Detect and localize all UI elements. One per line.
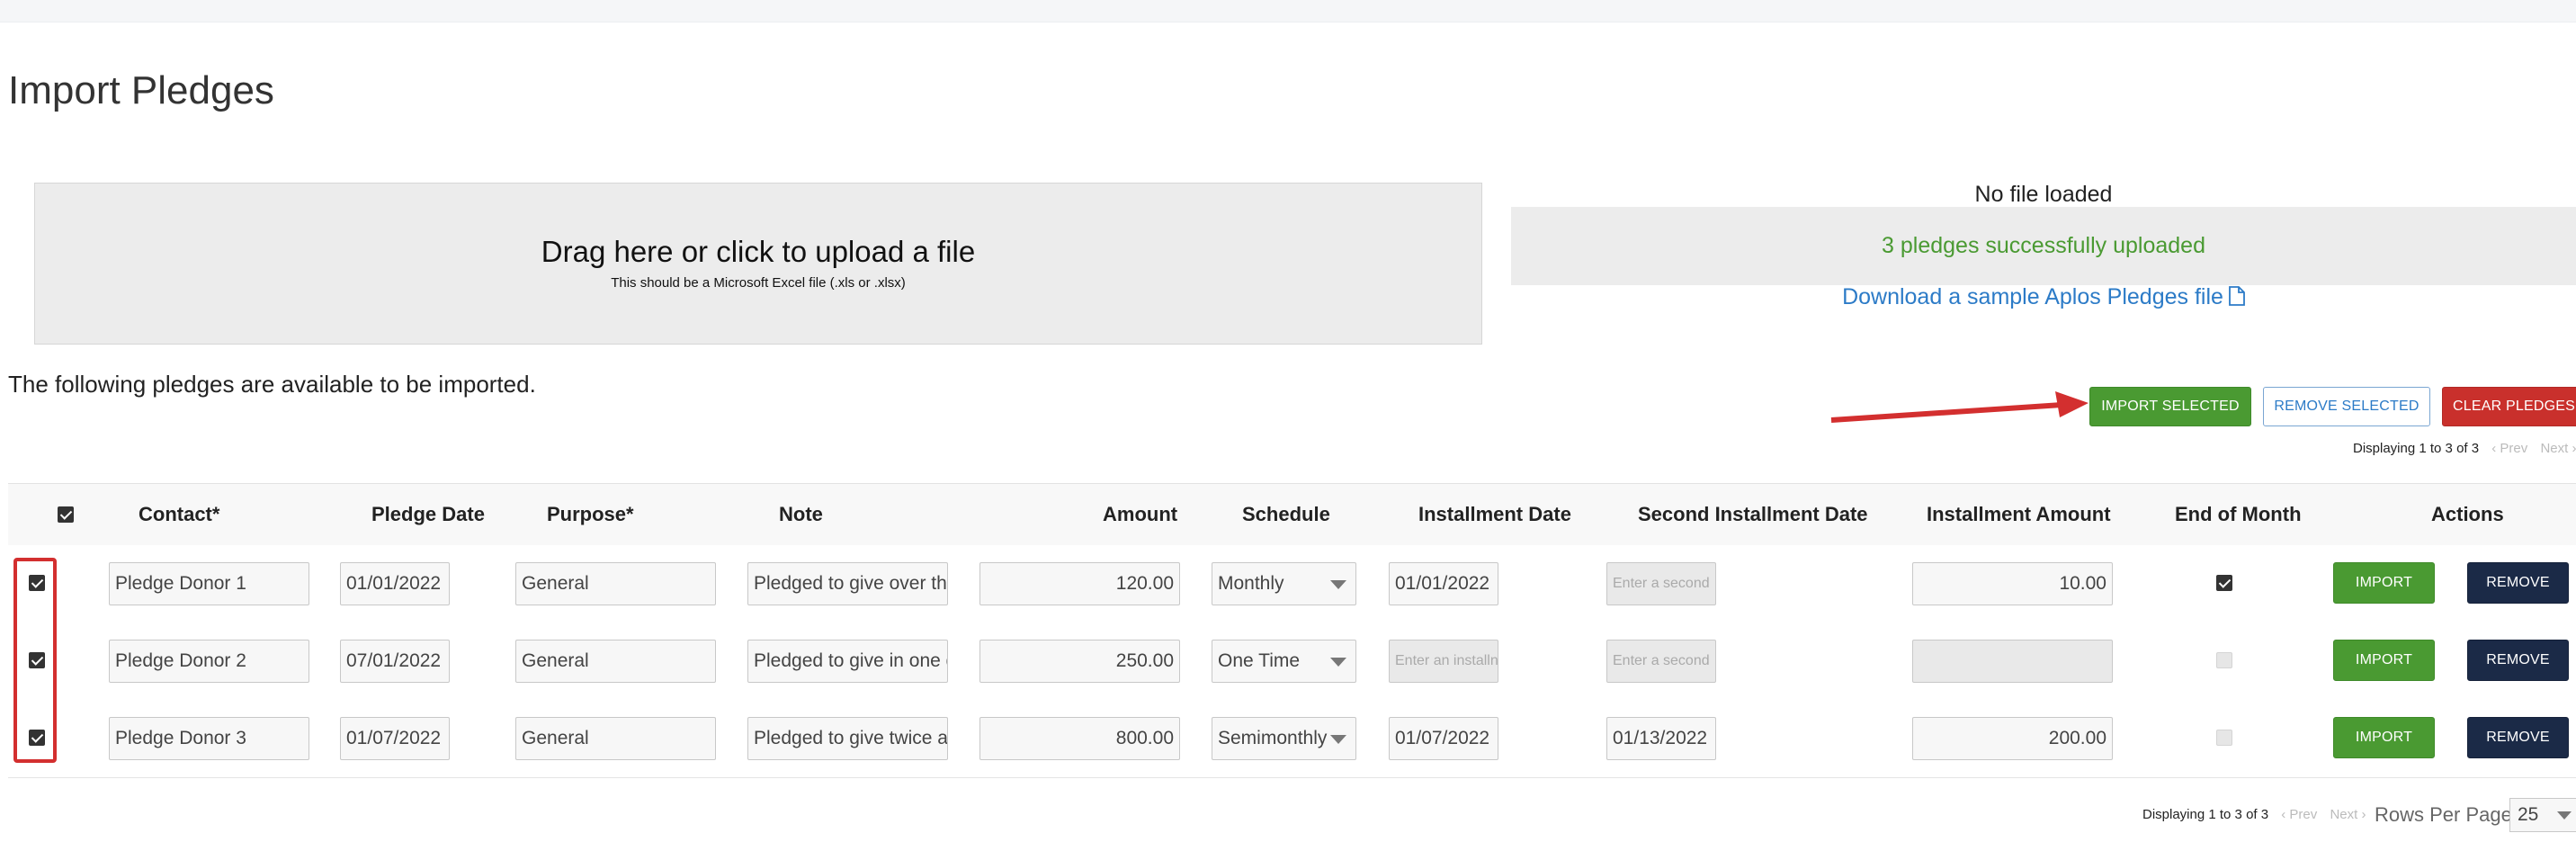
schedule-value: Monthly <box>1218 573 1284 594</box>
contact-input[interactable]: Pledge Donor 1 <box>109 562 309 605</box>
next-page-link[interactable]: Next › <box>2540 441 2576 456</box>
pagination-bottom: Displaying 1 to 3 of 3 ‹ Prev Next › <box>2142 807 2366 822</box>
second-installment-date-input[interactable]: 01/13/2022 <box>1606 717 1716 760</box>
no-file-status: No file loaded <box>1974 182 2113 207</box>
header-pledge-date: Pledge Date <box>371 503 485 525</box>
selection-highlight-box <box>13 558 57 763</box>
purpose-input[interactable]: General <box>515 640 716 683</box>
header-contact: Contact* <box>139 503 220 525</box>
rows-per-page-select[interactable]: 25 <box>2509 798 2576 832</box>
pledge-date-input[interactable]: 01/01/2022 <box>340 562 450 605</box>
installment-date-input[interactable]: Enter an installn <box>1389 640 1498 683</box>
row-import-button[interactable]: IMPORT <box>2333 640 2435 681</box>
remove-selected-button[interactable]: REMOVE SELECTED <box>2263 387 2430 426</box>
upload-success-banner: 3 pledges successfully uploaded <box>1511 207 2576 285</box>
pledge-date-input[interactable]: 01/07/2022 <box>340 717 450 760</box>
header-installment-amount: Installment Amount <box>1927 503 2111 525</box>
sample-file-link[interactable]: Download a sample Aplos Pledges file <box>1842 284 2223 309</box>
row-import-button[interactable]: IMPORT <box>2333 717 2435 758</box>
file-icon[interactable] <box>2229 286 2245 312</box>
chevron-down-icon <box>2557 811 2572 820</box>
table-row: Pledge Donor 3 01/07/2022 General Pledge… <box>8 700 2576 778</box>
header-second-installment-date: Second Installment Date <box>1638 503 1868 525</box>
dropzone-subtitle: This should be a Microsoft Excel file (.… <box>611 275 906 291</box>
amount-input[interactable]: 800.00 <box>979 717 1180 760</box>
table-header: Contact* Pledge Date Purpose* Note Amoun… <box>8 483 2576 546</box>
available-pledges-text: The following pledges are available to b… <box>8 371 536 398</box>
contact-input[interactable]: Pledge Donor 3 <box>109 717 309 760</box>
file-upload-dropzone[interactable]: Drag here or click to upload a file This… <box>34 183 1482 345</box>
header-schedule: Schedule <box>1242 503 1330 525</box>
pagination-top: Displaying 1 to 3 of 3 ‹ Prev Next › <box>2353 441 2576 456</box>
second-installment-date-input[interactable]: Enter a second <box>1606 562 1716 605</box>
prev-page-link[interactable]: ‹ Prev <box>2281 807 2317 822</box>
installment-date-input[interactable]: 01/01/2022 <box>1389 562 1498 605</box>
end-of-month-checkbox[interactable] <box>2216 575 2232 591</box>
installment-amount-input[interactable]: 10.00 <box>1912 562 2113 605</box>
chevron-down-icon <box>1330 658 1346 667</box>
schedule-select[interactable]: Semimonthly <box>1212 717 1356 760</box>
prev-page-link[interactable]: ‹ Prev <box>2491 441 2527 456</box>
second-installment-date-input[interactable]: Enter a second <box>1606 640 1716 683</box>
purpose-input[interactable]: General <box>515 717 716 760</box>
note-input[interactable]: Pledged to give twice a r <box>747 717 948 760</box>
schedule-value: One Time <box>1218 650 1301 671</box>
import-selected-button[interactable]: IMPORT SELECTED <box>2089 387 2251 426</box>
schedule-value: Semimonthly <box>1218 728 1328 748</box>
installment-amount-input[interactable]: 200.00 <box>1912 717 2113 760</box>
chevron-down-icon <box>1330 580 1346 589</box>
row-remove-button[interactable]: REMOVE <box>2467 717 2569 758</box>
pagination-summary: Displaying 1 to 3 of 3 <box>2142 807 2269 822</box>
note-input[interactable]: Pledged to give over the <box>747 562 948 605</box>
rows-per-page-value: 25 <box>2518 804 2539 825</box>
chevron-down-icon <box>1330 735 1346 744</box>
header-amount: Amount <box>1103 503 1178 525</box>
red-arrow-annotation <box>1830 391 2089 423</box>
end-of-month-checkbox[interactable] <box>2216 730 2232 746</box>
header-note: Note <box>779 503 823 525</box>
header-purpose: Purpose* <box>547 503 634 525</box>
row-import-button[interactable]: IMPORT <box>2333 562 2435 604</box>
header-end-of-month: End of Month <box>2175 503 2302 525</box>
select-all-checkbox[interactable] <box>58 506 74 523</box>
clear-pledges-button[interactable]: CLEAR PLEDGES <box>2442 387 2576 426</box>
table-row: Pledge Donor 1 01/01/2022 General Pledge… <box>8 545 2576 623</box>
next-page-link[interactable]: Next › <box>2330 807 2366 822</box>
row-remove-button[interactable]: REMOVE <box>2467 562 2569 604</box>
upload-success-text: 3 pledges successfully uploaded <box>1882 233 2205 258</box>
schedule-select[interactable]: Monthly <box>1212 562 1356 605</box>
page-title: Import Pledges <box>8 68 274 112</box>
row-remove-button[interactable]: REMOVE <box>2467 640 2569 681</box>
schedule-select[interactable]: One Time <box>1212 640 1356 683</box>
pledge-date-input[interactable]: 07/01/2022 <box>340 640 450 683</box>
amount-input[interactable]: 120.00 <box>979 562 1180 605</box>
installment-amount-input[interactable] <box>1912 640 2113 683</box>
header-installment-date: Installment Date <box>1418 503 1571 525</box>
purpose-input[interactable]: General <box>515 562 716 605</box>
dropzone-title: Drag here or click to upload a file <box>541 235 976 268</box>
amount-input[interactable]: 250.00 <box>979 640 1180 683</box>
contact-input[interactable]: Pledge Donor 2 <box>109 640 309 683</box>
sample-file-link-wrap: Download a sample Aplos Pledges file <box>1511 284 2576 312</box>
top-bar <box>0 0 2576 22</box>
note-input[interactable]: Pledged to give in one d <box>747 640 948 683</box>
pagination-summary: Displaying 1 to 3 of 3 <box>2353 441 2480 456</box>
header-actions: Actions <box>2431 503 2504 525</box>
table-row: Pledge Donor 2 07/01/2022 General Pledge… <box>8 623 2576 701</box>
installment-date-input[interactable]: 01/07/2022 <box>1389 717 1498 760</box>
end-of-month-checkbox[interactable] <box>2216 652 2232 668</box>
rows-per-page-label: Rows Per Page: <box>2375 803 2518 826</box>
